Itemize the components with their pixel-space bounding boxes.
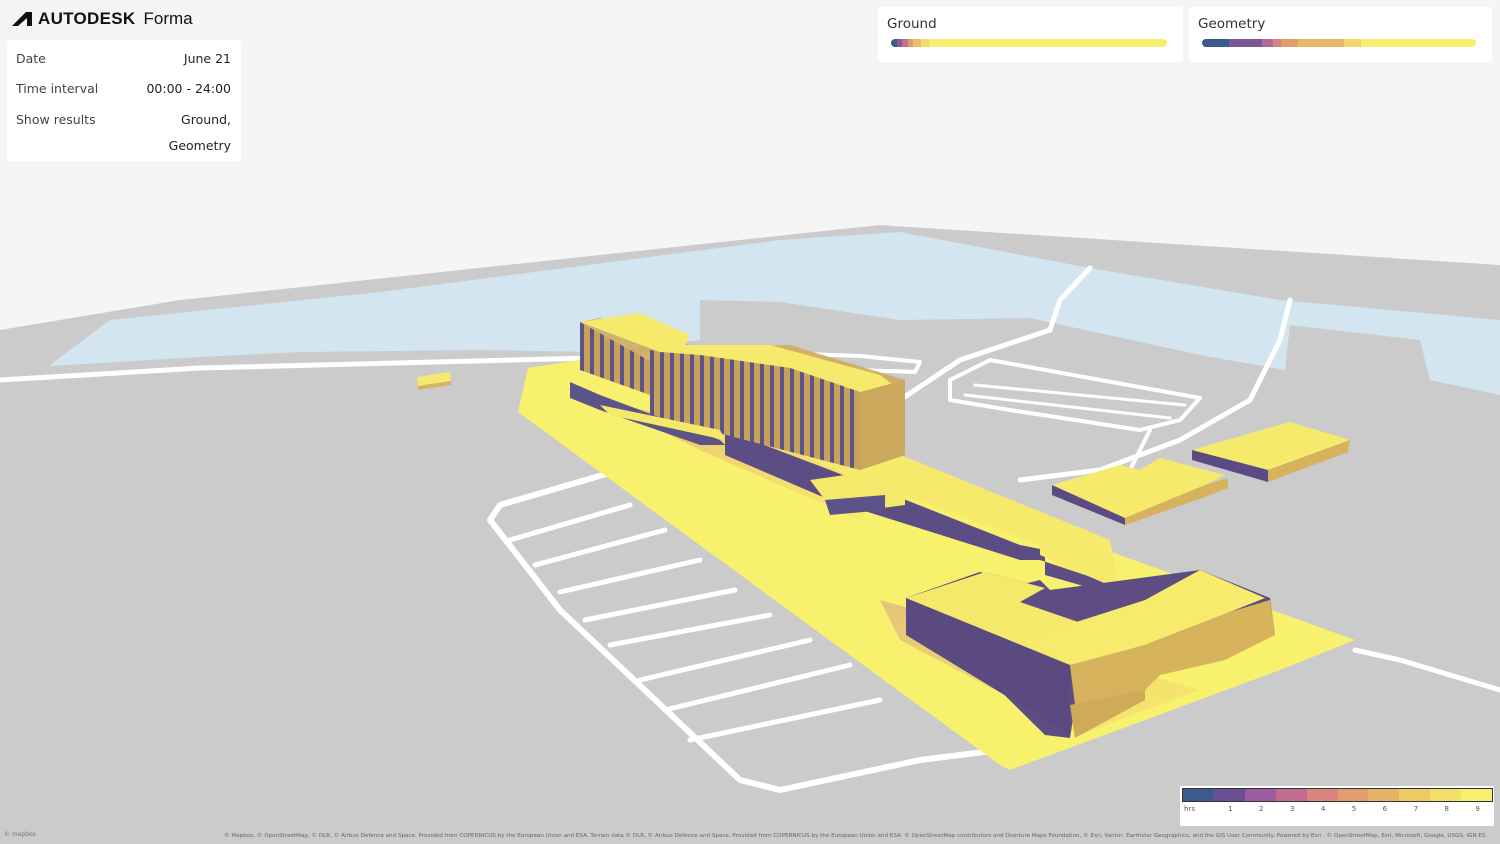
analysis-settings-panel: Date June 21 Time interval 00:00 - 24:00… xyxy=(7,40,241,161)
scale-tick: 9 xyxy=(1475,805,1480,813)
app-logo: AUTODESK Forma xyxy=(12,8,193,30)
scale-color-cell xyxy=(1399,789,1431,801)
show-results-label: Show results xyxy=(16,112,96,127)
scale-color-cell xyxy=(1337,789,1369,801)
scale-tick: 3 xyxy=(1289,805,1295,813)
scale-color-cell xyxy=(1275,789,1307,801)
geometry-legend-card[interactable]: Geometry xyxy=(1189,7,1492,62)
time-interval-label: Time interval xyxy=(16,81,99,96)
ground-color-bar xyxy=(891,39,1167,47)
scale-tick: 4 xyxy=(1320,805,1326,813)
scale-color-cells xyxy=(1182,788,1493,802)
scale-color-cell xyxy=(1368,789,1400,801)
ground-legend-title: Ground xyxy=(887,16,937,32)
scale-tick: 5 xyxy=(1351,805,1357,813)
geometry-legend-title: Geometry xyxy=(1198,16,1266,32)
autodesk-logo-icon xyxy=(12,12,32,26)
geometry-color-bar xyxy=(1202,39,1476,47)
scale-color-cell xyxy=(1183,789,1214,801)
scale-color-cell xyxy=(1306,789,1338,801)
show-results-row[interactable]: Show results Ground, xyxy=(16,112,231,127)
scale-color-cell xyxy=(1213,789,1245,801)
scale-color-cell xyxy=(1430,789,1462,801)
time-interval-value[interactable]: 00:00 - 24:00 xyxy=(146,81,231,96)
scale-tick: 6 xyxy=(1382,805,1388,813)
scale-tick: 1 xyxy=(1228,805,1233,813)
time-interval-row[interactable]: Time interval 00:00 - 24:00 xyxy=(16,81,231,96)
show-results-row-2: Geometry xyxy=(16,138,231,153)
scale-tick: 7 xyxy=(1413,805,1419,813)
date-label: Date xyxy=(16,51,46,66)
date-row[interactable]: Date June 21 xyxy=(16,51,231,66)
map-attribution[interactable]: © Mapbox, © OpenStreetMap, © DLR, © Airb… xyxy=(224,833,1486,839)
scale-ticks: hrs 1 2 3 4 5 6 7 8 9 xyxy=(1182,805,1493,817)
hours-color-scale: hrs 1 2 3 4 5 6 7 8 9 xyxy=(1180,786,1494,826)
scale-tick: 8 xyxy=(1444,805,1449,813)
scale-color-cell xyxy=(1461,789,1493,801)
scale-color-cell xyxy=(1244,789,1276,801)
ground-legend-card[interactable]: Ground xyxy=(878,7,1183,62)
show-results-value-1[interactable]: Ground, xyxy=(181,112,231,127)
date-value[interactable]: June 21 xyxy=(184,51,231,66)
scale-tick: 2 xyxy=(1259,805,1264,813)
mapbox-logo[interactable]: © mapbox xyxy=(4,831,36,838)
scale-unit-label: hrs xyxy=(1184,805,1195,813)
brand-name: AUTODESK xyxy=(38,9,136,28)
show-results-value-2[interactable]: Geometry xyxy=(169,138,231,153)
product-name: Forma xyxy=(143,9,193,28)
